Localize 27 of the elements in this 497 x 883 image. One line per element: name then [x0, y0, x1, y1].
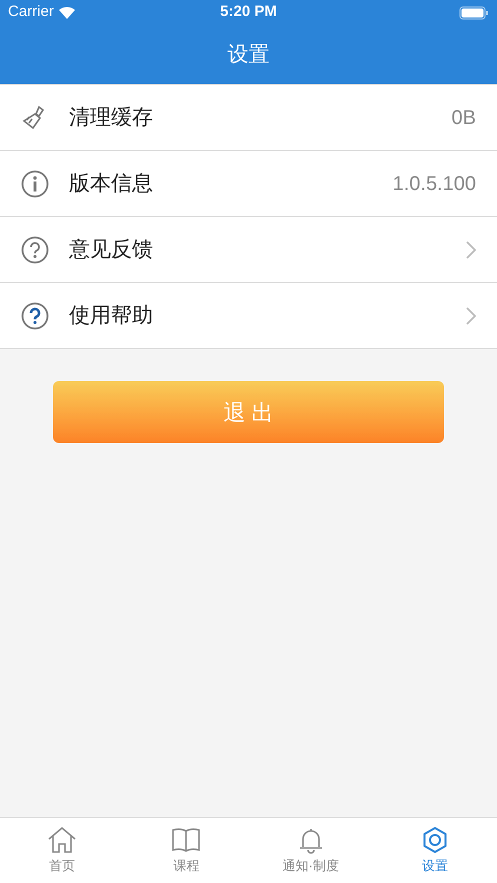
carrier-text: Carrier [8, 2, 54, 22]
tab-item[interactable]: 设置 [372, 818, 497, 883]
home-icon [47, 826, 78, 854]
book-icon [171, 826, 202, 854]
logout-button[interactable]: 退 出 [53, 381, 444, 443]
row-value: 1.0.5.100 [392, 172, 476, 196]
row-label: 清理缓存 [69, 104, 154, 131]
info-icon [21, 170, 49, 198]
tab-item[interactable]: 通知·制度 [248, 818, 373, 883]
row-label: 版本信息 [69, 170, 154, 197]
settings-row[interactable]: 清理缓存 0B [0, 85, 497, 151]
settings-row[interactable]: 版本信息 1.0.5.100 [0, 151, 497, 217]
status-time: 5:20 PM [220, 2, 277, 22]
chevron-icon [466, 306, 476, 324]
settings-row[interactable]: 使用帮助 [0, 283, 497, 349]
battery-icon [459, 6, 489, 20]
question-icon [21, 236, 49, 264]
tab-item[interactable]: 课程 [124, 818, 248, 883]
row-label: 使用帮助 [69, 302, 154, 329]
row-value: 0B [452, 106, 476, 130]
chevron-icon [466, 240, 476, 258]
settings-row[interactable]: 意见反馈 [0, 217, 497, 283]
wifi-icon [58, 6, 76, 19]
question-icon [21, 302, 49, 330]
nav-title: 设置 [228, 42, 270, 68]
tab-item[interactable]: 首页 [0, 818, 124, 883]
row-label: 意见反馈 [69, 236, 154, 263]
